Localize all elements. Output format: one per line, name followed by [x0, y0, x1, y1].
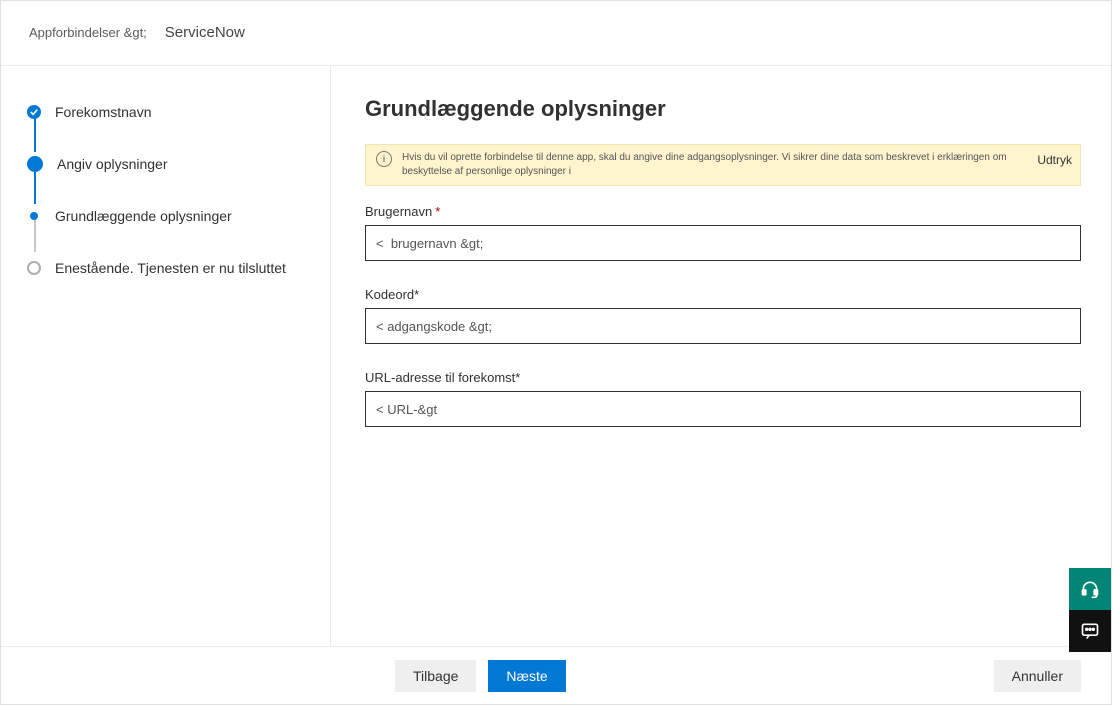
info-message: Hvis du vil oprette forbindelse til denn… — [402, 151, 1070, 179]
wizard-header: Appforbindelser &gt; ServiceNow — [1, 1, 1111, 65]
instance-url-input[interactable] — [365, 391, 1081, 427]
step-label: Angiv oplysninger — [57, 156, 168, 172]
info-banner: i Hvis du vil oprette forbindelse til de… — [365, 144, 1081, 186]
substep-icon — [30, 212, 38, 220]
current-step-icon — [27, 156, 43, 172]
info-trailing-link[interactable]: Udtryk — [1037, 153, 1072, 167]
step-connector — [34, 114, 36, 152]
wizard-body: Forekomstnavn Angiv oplysninger Grundlæg… — [1, 65, 1111, 646]
next-button[interactable]: Næste — [488, 660, 565, 692]
wizard-main-panel: Grundlæggende oplysninger i Hvis du vil … — [331, 66, 1111, 646]
step-instance-name[interactable]: Forekomstnavn — [27, 100, 310, 124]
instance-url-label: URL-adresse til forekomst* — [365, 370, 1081, 385]
cancel-button[interactable]: Annuller — [994, 660, 1081, 692]
wizard-footer: Tilbage Næste Annuller — [1, 646, 1111, 704]
password-label: Kodeord* — [365, 287, 1081, 302]
feedback-icon — [1080, 621, 1100, 641]
username-label: Brugernavn* — [365, 204, 1081, 219]
step-basic-info[interactable]: Grundlæggende oplysninger — [27, 204, 310, 228]
label-text: Brugernavn — [365, 204, 432, 219]
step-label: Enestående. Tjenesten er nu tilsluttet — [55, 260, 286, 276]
field-password: Kodeord* — [365, 287, 1081, 344]
service-name: ServiceNow — [165, 24, 245, 41]
app-connector-wizard: Appforbindelser &gt; ServiceNow Forekoms… — [0, 0, 1112, 705]
step-outstanding: Enestående. Tjenesten er nu tilsluttet — [27, 256, 310, 280]
help-headset-button[interactable] — [1069, 568, 1111, 610]
pending-step-icon — [27, 261, 41, 275]
field-username: Brugernavn* — [365, 204, 1081, 261]
required-asterisk: * — [435, 204, 440, 219]
page-title: Grundlæggende oplysninger — [365, 96, 1081, 122]
field-instance-url: URL-adresse til forekomst* — [365, 370, 1081, 427]
wizard-steps-sidebar: Forekomstnavn Angiv oplysninger Grundlæg… — [1, 66, 331, 646]
headset-icon — [1080, 579, 1100, 599]
breadcrumb: Appforbindelser &gt; — [29, 25, 147, 40]
feedback-button[interactable] — [1069, 610, 1111, 652]
check-icon — [27, 105, 41, 119]
back-button[interactable]: Tilbage — [395, 660, 476, 692]
password-input[interactable] — [365, 308, 1081, 344]
step-label: Forekomstnavn — [55, 104, 151, 120]
info-icon: i — [376, 151, 392, 167]
step-enter-details[interactable]: Angiv oplysninger — [27, 152, 310, 176]
username-input[interactable] — [365, 225, 1081, 261]
step-label: Grundlæggende oplysninger — [55, 208, 232, 224]
